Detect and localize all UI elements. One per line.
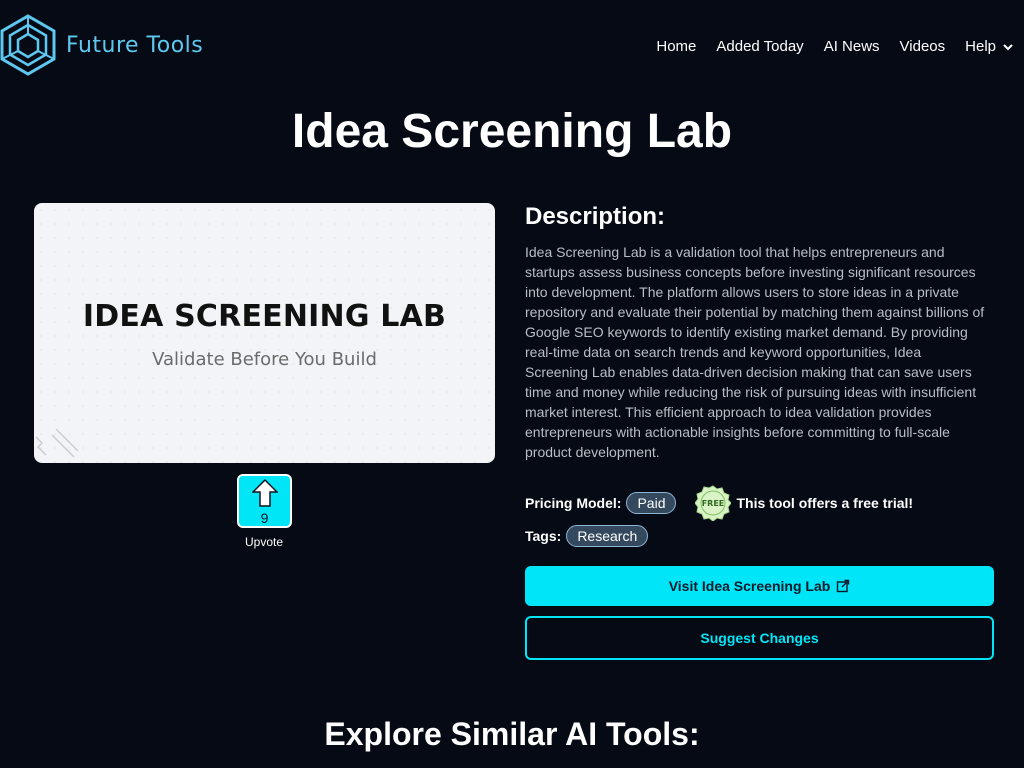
free-trial-text: This tool offers a free trial! [736,495,914,511]
hero-subtitle: Validate Before You Build [152,349,377,370]
visit-tool-button[interactable]: Visit Idea Screening Lab [525,566,994,606]
arrow-up-icon [252,479,278,507]
nav-ai-news[interactable]: AI News [824,38,880,55]
tags-label: Tags: [525,528,562,544]
hero-title: IDEA SCREENING LAB [82,299,447,334]
visit-tool-label: Visit Idea Screening Lab [668,578,831,594]
upvote-count: 9 [260,510,269,526]
suggest-changes-label: Suggest Changes [700,630,819,646]
site-header: Future Tools Home Added Today AI News Vi… [0,0,1024,90]
hexagon-cube-logo-icon [0,14,56,76]
corner-decoration-icon [35,428,79,458]
brand-name: Future Tools [66,32,204,58]
nav-videos[interactable]: Videos [900,38,946,55]
upvote-label: Upvote [244,535,284,549]
tool-screenshot: IDEA SCREENING LAB Validate Before You B… [34,203,495,463]
tags-row: Tags: Research [525,525,649,547]
pricing-label: Pricing Model: [525,495,622,511]
nav-home[interactable]: Home [656,38,696,55]
free-badge-text: FREE [702,499,725,508]
brand-logo[interactable]: Future Tools [0,14,203,76]
external-link-icon [837,579,850,593]
description-heading: Description: [525,203,666,230]
free-trial-badge-icon: FREE [695,485,732,521]
nav-added-today[interactable]: Added Today [716,38,803,55]
description-text: Idea Screening Lab is a validation tool … [525,244,985,460]
pricing-badge[interactable]: Paid [626,492,677,514]
suggest-changes-button[interactable]: Suggest Changes [525,616,994,660]
explore-similar-heading: Explore Similar AI Tools: [324,716,700,752]
upvote-button[interactable]: 9 [237,474,292,528]
tag-research[interactable]: Research [566,525,649,547]
nav-help[interactable]: Help [965,38,1014,55]
main-nav: Home Added Today AI News Videos Help [636,38,1014,55]
page-title: Idea Screening Lab [291,105,733,158]
nav-help-label: Help [965,38,996,55]
pricing-row: Pricing Model: Paid FREE This tool offer… [525,485,914,521]
chevron-down-icon [1003,43,1013,50]
